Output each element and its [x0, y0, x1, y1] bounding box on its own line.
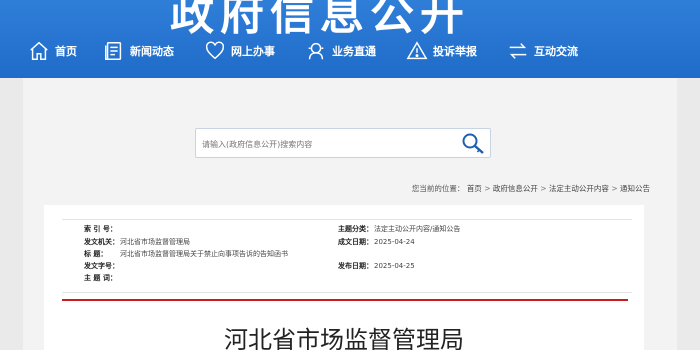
- document-meta-table: 索 引 号： 发文机关：河北省市场监督管理局 标 题： 河北省市场监督管理局关于禁…: [62, 219, 632, 293]
- meta-index-no-label: 索 引 号：: [84, 225, 117, 233]
- service-icon: [305, 40, 327, 62]
- breadcrumb-gov-info[interactable]: 政府信息公开: [493, 184, 538, 193]
- meta-created-label: 成文日期：: [338, 238, 373, 246]
- breadcrumb-separator: >: [540, 184, 549, 193]
- nav-home[interactable]: 首页: [28, 36, 77, 66]
- meta-index-no: 索 引 号：: [84, 224, 120, 234]
- meta-title-label: 标 题：: [84, 250, 108, 258]
- meta-subject-label: 主 题 词：: [84, 274, 117, 282]
- search-button[interactable]: [460, 131, 486, 157]
- nav-home-label: 首页: [55, 45, 77, 58]
- meta-category-value: 法定主动公开内容/通知公告: [374, 225, 461, 233]
- title-divider: [62, 299, 628, 301]
- breadcrumb-statutory[interactable]: 法定主动公开内容: [549, 184, 609, 193]
- nav-complaint[interactable]: 投诉举报: [406, 36, 477, 66]
- nav-online-service-label: 网上办事: [231, 45, 275, 58]
- header-banner: 政府信息公开 首页 新闻动态 网上办事 业务直通 投诉举报 互动交流: [0, 0, 700, 78]
- breadcrumb-separator: >: [484, 184, 493, 193]
- meta-published: 发布日期：2025-04-25: [338, 261, 415, 271]
- search-box: [195, 128, 491, 158]
- breadcrumb-home[interactable]: 首页: [467, 184, 482, 193]
- breadcrumb-notices[interactable]: 通知公告: [620, 184, 650, 193]
- home-icon: [28, 40, 50, 62]
- heart-icon: [204, 40, 226, 62]
- nav-interaction[interactable]: 互动交流: [507, 36, 578, 66]
- meta-published-label: 发布日期：: [338, 262, 373, 270]
- main-nav: 首页 新闻动态 网上办事 业务直通 投诉举报 互动交流: [28, 36, 578, 66]
- nav-complaint-label: 投诉举报: [433, 45, 477, 58]
- document-title: 河北省市场监督管理局: [224, 326, 464, 350]
- meta-issuer: 发文机关：河北省市场监督管理局: [84, 237, 190, 247]
- search-icon: [462, 133, 484, 154]
- nav-news-label: 新闻动态: [130, 45, 174, 58]
- meta-created: 成文日期：2025-04-24: [338, 237, 415, 247]
- breadcrumb: 您当前的位置： 首页 > 政府信息公开 > 法定主动公开内容 > 通知公告: [412, 183, 650, 194]
- meta-doc-no: 发文字号：: [84, 261, 120, 271]
- meta-title-value: 河北省市场监督管理局关于禁止向事项告诉的告知函书: [120, 250, 288, 258]
- nav-online-service[interactable]: 网上办事: [204, 36, 275, 66]
- meta-doc-no-label: 发文字号：: [84, 262, 119, 270]
- breadcrumb-separator: >: [611, 184, 620, 193]
- nav-business-label: 业务直通: [332, 45, 376, 58]
- exchange-icon: [507, 40, 529, 62]
- meta-published-value: 2025-04-25: [374, 262, 415, 270]
- meta-created-value: 2025-04-24: [374, 238, 415, 246]
- warning-icon: [406, 40, 428, 62]
- meta-category-label: 主题分类：: [338, 225, 373, 233]
- meta-issuer-label: 发文机关：: [84, 238, 119, 246]
- meta-issuer-value: 河北省市场监督管理局: [120, 238, 190, 246]
- meta-category: 主题分类：法定主动公开内容/通知公告: [338, 224, 460, 234]
- search-input[interactable]: [202, 136, 452, 152]
- nav-news[interactable]: 新闻动态: [103, 36, 174, 66]
- meta-subject: 主 题 词：: [84, 273, 120, 283]
- nav-interaction-label: 互动交流: [534, 45, 578, 58]
- breadcrumb-prefix: 您当前的位置：: [411, 184, 465, 193]
- meta-title: 标 题： 河北省市场监督管理局关于禁止向事项告诉的告知函书: [84, 249, 288, 259]
- news-icon: [103, 40, 125, 62]
- nav-business[interactable]: 业务直通: [305, 36, 376, 66]
